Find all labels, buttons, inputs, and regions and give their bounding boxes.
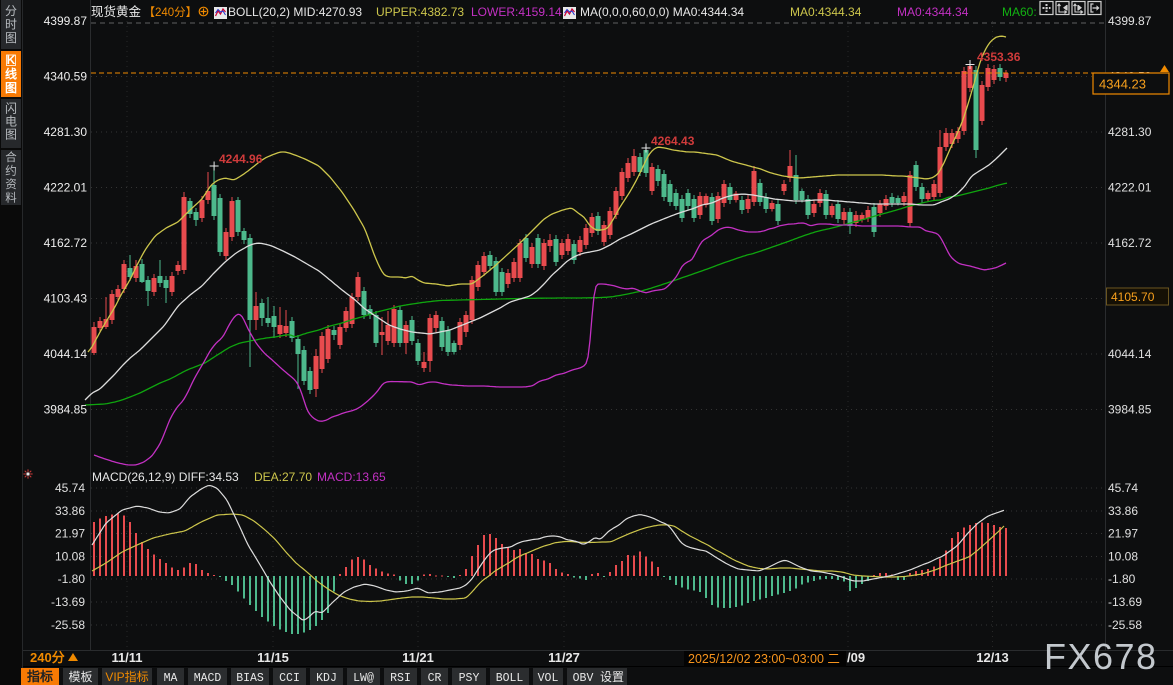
svg-text:【240分】: 【240分】 <box>144 6 198 19</box>
svg-text:MA0:4344.34: MA0:4344.34 <box>897 5 969 19</box>
svg-text:2025/12/02 23:00~03:00 二: 2025/12/02 23:00~03:00 二 <box>688 652 840 666</box>
svg-text:-13.69: -13.69 <box>1108 595 1142 609</box>
svg-text:合: 合 <box>5 150 17 164</box>
svg-text:图: 图 <box>5 81 17 95</box>
svg-text:VIP指标: VIP指标 <box>105 669 148 684</box>
svg-text:33.86: 33.86 <box>55 504 85 518</box>
svg-text:指标: 指标 <box>27 669 53 684</box>
svg-text:-25.58: -25.58 <box>1108 618 1142 632</box>
svg-text:4103.43: 4103.43 <box>44 291 88 305</box>
svg-text:现货黄金: 现货黄金 <box>91 4 142 19</box>
svg-text:4281.30: 4281.30 <box>1108 125 1152 139</box>
svg-text:CR: CR <box>428 672 442 685</box>
svg-text:3984.85: 3984.85 <box>44 402 88 416</box>
svg-text:4244.96: 4244.96 <box>219 152 263 166</box>
svg-text:图: 图 <box>5 128 17 142</box>
svg-text:21.97: 21.97 <box>55 527 85 541</box>
svg-text:VOL: VOL <box>538 672 559 685</box>
svg-text:4399.87: 4399.87 <box>1108 14 1152 28</box>
svg-text:OBV: OBV <box>573 672 594 685</box>
svg-text:MACD: MACD <box>194 672 222 685</box>
svg-text:MA0:4344.34: MA0:4344.34 <box>790 5 862 19</box>
svg-text:4044.14: 4044.14 <box>1108 347 1152 361</box>
svg-text:图: 图 <box>5 31 17 45</box>
svg-text:4281.30: 4281.30 <box>44 125 88 139</box>
svg-text:资: 资 <box>5 178 17 191</box>
svg-text:约: 约 <box>5 164 17 178</box>
svg-text:LOWER:4159.14: LOWER:4159.14 <box>471 5 562 19</box>
svg-text:3984.85: 3984.85 <box>1108 402 1152 416</box>
svg-text:FX678: FX678 <box>1044 636 1158 677</box>
svg-text:-25.58: -25.58 <box>51 618 85 632</box>
svg-text:-1.80: -1.80 <box>1108 572 1136 586</box>
svg-text:MACD:13.65: MACD:13.65 <box>317 470 386 484</box>
svg-text:BOLL: BOLL <box>496 672 524 685</box>
svg-text:11/21: 11/21 <box>402 650 434 665</box>
svg-text:DEA:27.70: DEA:27.70 <box>254 470 312 484</box>
svg-text:BIAS: BIAS <box>236 672 264 685</box>
svg-text:UPPER:4382.73: UPPER:4382.73 <box>376 5 464 19</box>
svg-text:10.08: 10.08 <box>55 549 85 563</box>
svg-text:4399.87: 4399.87 <box>44 14 88 28</box>
svg-text:4340.59: 4340.59 <box>44 69 88 83</box>
svg-text:设置: 设置 <box>600 670 624 684</box>
svg-text:闪: 闪 <box>5 102 17 116</box>
svg-text:11/15: 11/15 <box>257 650 289 665</box>
svg-text:BOLL(20,2) MID:4270.93: BOLL(20,2) MID:4270.93 <box>228 5 362 19</box>
svg-text:4105.70: 4105.70 <box>1111 290 1155 304</box>
svg-text:RSI: RSI <box>390 672 411 685</box>
svg-text:4353.36: 4353.36 <box>977 50 1021 64</box>
svg-text:KDJ: KDJ <box>316 672 337 685</box>
svg-text:11/11: 11/11 <box>111 650 142 665</box>
svg-text:模板: 模板 <box>68 670 92 684</box>
svg-text:-1.80: -1.80 <box>58 572 86 586</box>
svg-text:4344.23: 4344.23 <box>1099 77 1146 92</box>
svg-text:33.86: 33.86 <box>1108 504 1138 518</box>
svg-text:PSY: PSY <box>459 672 480 685</box>
svg-text:LW@: LW@ <box>353 672 374 685</box>
svg-text:4044.14: 4044.14 <box>44 347 88 361</box>
svg-text:MA: MA <box>164 672 178 685</box>
svg-text:MA(0,0,0,60,0,0) MA0:4344.34: MA(0,0,0,60,0,0) MA0:4344.34 <box>580 5 744 19</box>
svg-text:4222.01: 4222.01 <box>1108 180 1152 194</box>
svg-text:11/27: 11/27 <box>548 650 580 665</box>
svg-text:分: 分 <box>5 4 17 18</box>
svg-text:线: 线 <box>5 66 17 81</box>
svg-text:/09: /09 <box>847 650 865 665</box>
svg-text:21.97: 21.97 <box>1108 527 1138 541</box>
svg-text:45.74: 45.74 <box>55 481 85 495</box>
svg-text:240分: 240分 <box>30 650 65 665</box>
svg-text:4222.01: 4222.01 <box>44 180 88 194</box>
svg-text:12/13: 12/13 <box>976 650 1009 665</box>
svg-text:45.74: 45.74 <box>1108 481 1138 495</box>
svg-text:MACD(26,12,9) DIFF:34.53: MACD(26,12,9) DIFF:34.53 <box>92 470 239 484</box>
svg-text:4162.72: 4162.72 <box>44 236 88 250</box>
svg-text:4162.72: 4162.72 <box>1108 236 1152 250</box>
svg-text:10.08: 10.08 <box>1108 549 1138 563</box>
svg-text:时: 时 <box>5 18 17 32</box>
svg-text:料: 料 <box>5 191 17 205</box>
svg-text:电: 电 <box>5 115 17 129</box>
svg-text:4264.43: 4264.43 <box>651 134 695 148</box>
svg-text:CCI: CCI <box>279 672 300 685</box>
svg-text:-13.69: -13.69 <box>51 595 85 609</box>
